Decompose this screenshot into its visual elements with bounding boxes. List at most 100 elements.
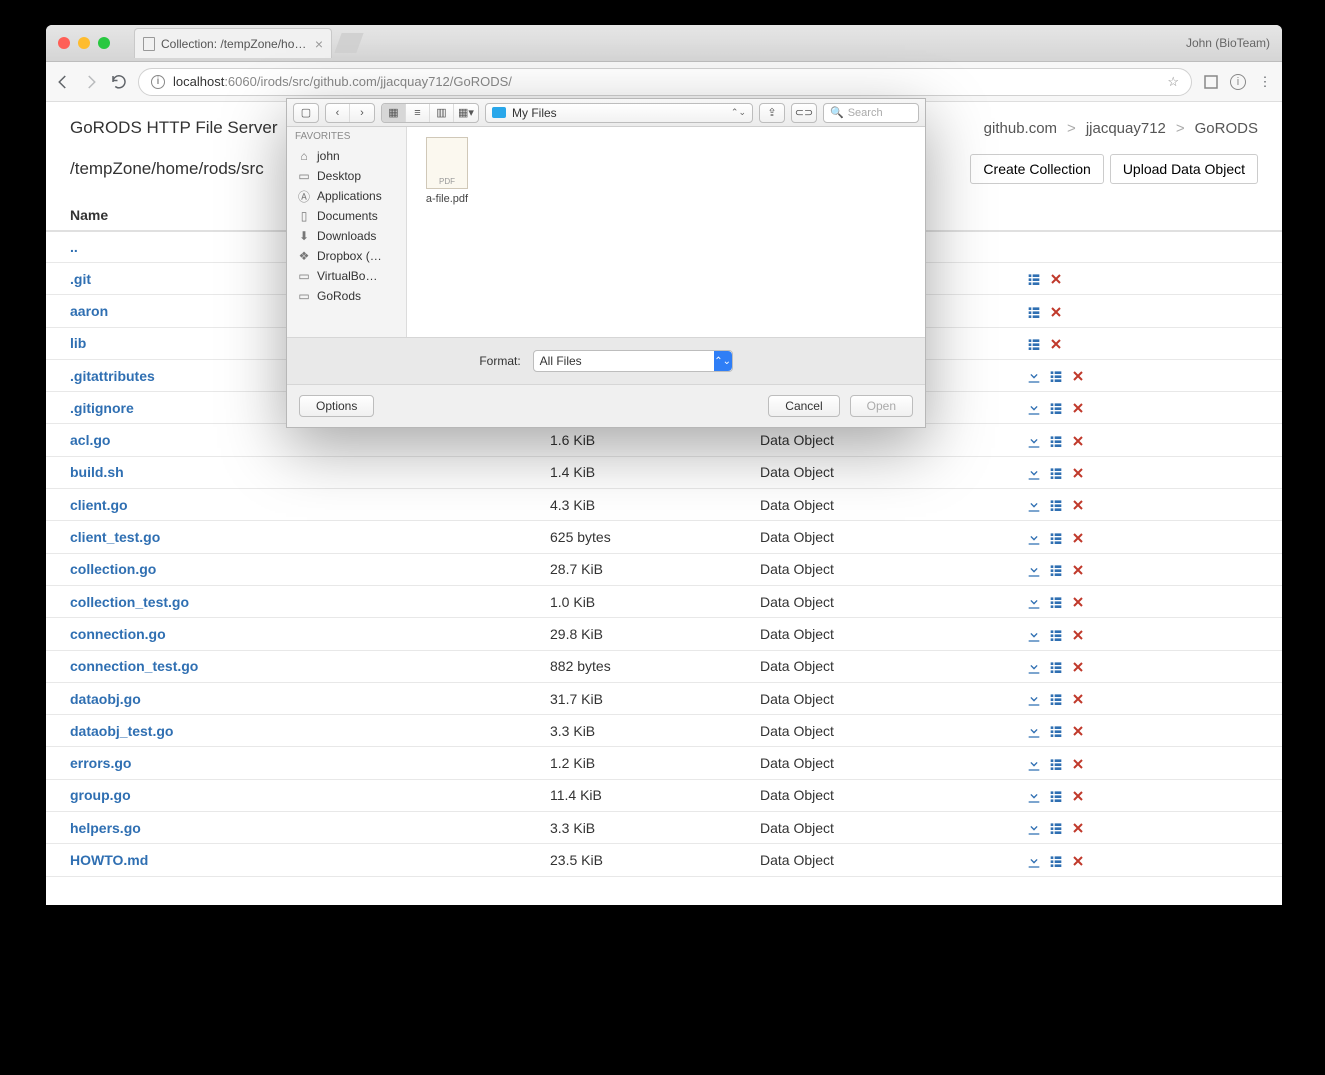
- view-segment[interactable]: ▦ ≡ ▥ ▦▾: [381, 103, 479, 123]
- minimize-window-button[interactable]: [78, 37, 90, 49]
- file-link[interactable]: dataobj.go: [70, 691, 141, 707]
- file-area[interactable]: a-file.pdf: [407, 127, 925, 337]
- delete-icon[interactable]: [1070, 788, 1086, 804]
- close-window-button[interactable]: [58, 37, 70, 49]
- delete-icon[interactable]: [1070, 400, 1086, 416]
- metadata-icon[interactable]: [1048, 691, 1064, 707]
- browser-tab[interactable]: Collection: /tempZone/home/ro ×: [134, 28, 332, 58]
- dialog-search-input[interactable]: 🔍 Search: [823, 103, 919, 123]
- metadata-icon[interactable]: [1048, 788, 1064, 804]
- delete-icon[interactable]: [1048, 304, 1064, 320]
- reload-icon[interactable]: [110, 73, 128, 91]
- menu-icon[interactable]: ⋮: [1256, 73, 1274, 91]
- metadata-icon[interactable]: [1026, 304, 1042, 320]
- delete-icon[interactable]: [1070, 465, 1086, 481]
- file-link[interactable]: build.sh: [70, 464, 124, 480]
- delete-icon[interactable]: [1048, 336, 1064, 352]
- extension-icon[interactable]: [1202, 73, 1220, 91]
- column-view-icon[interactable]: ▥: [430, 104, 454, 122]
- file-link[interactable]: .gitattributes: [70, 368, 155, 384]
- metadata-icon[interactable]: [1048, 465, 1064, 481]
- metadata-icon[interactable]: [1048, 433, 1064, 449]
- download-icon[interactable]: [1026, 659, 1042, 675]
- file-link[interactable]: client.go: [70, 497, 128, 513]
- metadata-icon[interactable]: [1048, 530, 1064, 546]
- sidebar-item[interactable]: ❖Dropbox (…: [287, 246, 406, 266]
- breadcrumb-item[interactable]: jjacquay712: [1086, 120, 1166, 137]
- delete-icon[interactable]: [1070, 627, 1086, 643]
- delete-icon[interactable]: [1070, 497, 1086, 513]
- file-link[interactable]: ..: [70, 239, 78, 255]
- download-icon[interactable]: [1026, 627, 1042, 643]
- file-link[interactable]: group.go: [70, 787, 131, 803]
- download-icon[interactable]: [1026, 497, 1042, 513]
- metadata-icon[interactable]: [1048, 820, 1064, 836]
- sidebar-item[interactable]: ▭VirtualBo…: [287, 266, 406, 286]
- tags-button[interactable]: ⊂⊃: [791, 103, 817, 123]
- file-link[interactable]: helpers.go: [70, 820, 141, 836]
- forward-icon[interactable]: [82, 73, 100, 91]
- file-link[interactable]: lib: [70, 335, 86, 351]
- delete-icon[interactable]: [1070, 368, 1086, 384]
- nav-segment[interactable]: ‹›: [325, 103, 375, 123]
- download-icon[interactable]: [1026, 465, 1042, 481]
- file-link[interactable]: connection.go: [70, 626, 166, 642]
- sidebar-item[interactable]: ▯Documents: [287, 206, 406, 226]
- list-view-icon[interactable]: ≡: [406, 104, 430, 122]
- gallery-view-icon[interactable]: ▦▾: [454, 104, 478, 122]
- column-header[interactable]: [996, 200, 1282, 231]
- maximize-window-button[interactable]: [98, 37, 110, 49]
- metadata-icon[interactable]: [1026, 336, 1042, 352]
- file-link[interactable]: .git: [70, 271, 91, 287]
- delete-icon[interactable]: [1070, 723, 1086, 739]
- download-icon[interactable]: [1026, 400, 1042, 416]
- download-icon[interactable]: [1026, 594, 1042, 610]
- sidebar-toggle[interactable]: ▢: [293, 103, 319, 123]
- location-popup[interactable]: My Files ⌃⌄: [485, 103, 753, 123]
- delete-icon[interactable]: [1070, 562, 1086, 578]
- open-button[interactable]: Open: [850, 395, 913, 417]
- download-icon[interactable]: [1026, 433, 1042, 449]
- download-icon[interactable]: [1026, 723, 1042, 739]
- icon-view-icon[interactable]: ▦: [382, 104, 406, 122]
- metadata-icon[interactable]: [1048, 627, 1064, 643]
- file-link[interactable]: client_test.go: [70, 529, 160, 545]
- upload-data-object-button[interactable]: Upload Data Object: [1110, 154, 1258, 184]
- metadata-icon[interactable]: [1048, 368, 1064, 384]
- delete-icon[interactable]: [1070, 820, 1086, 836]
- download-icon[interactable]: [1026, 530, 1042, 546]
- breadcrumb-item[interactable]: github.com: [984, 120, 1057, 137]
- breadcrumb-item[interactable]: GoRODS: [1195, 120, 1258, 137]
- delete-icon[interactable]: [1070, 594, 1086, 610]
- sidebar-item[interactable]: ⬇Downloads: [287, 226, 406, 246]
- metadata-icon[interactable]: [1048, 562, 1064, 578]
- delete-icon[interactable]: [1070, 659, 1086, 675]
- delete-icon[interactable]: [1048, 271, 1064, 287]
- new-tab-button[interactable]: [334, 33, 363, 53]
- profile-label[interactable]: John (BioTeam): [1174, 36, 1282, 50]
- download-icon[interactable]: [1026, 820, 1042, 836]
- sidebar-item[interactable]: ⒶApplications: [287, 186, 406, 206]
- download-icon[interactable]: [1026, 691, 1042, 707]
- download-icon[interactable]: [1026, 368, 1042, 384]
- metadata-icon[interactable]: [1048, 723, 1064, 739]
- create-collection-button[interactable]: Create Collection: [970, 154, 1103, 184]
- share-button[interactable]: ⇪: [759, 103, 785, 123]
- delete-icon[interactable]: [1070, 691, 1086, 707]
- file-link[interactable]: errors.go: [70, 755, 131, 771]
- url-field[interactable]: i localhost:6060/irods/src/github.com/jj…: [138, 68, 1192, 96]
- metadata-icon[interactable]: [1048, 853, 1064, 869]
- options-button[interactable]: Options: [299, 395, 374, 417]
- sidebar-item[interactable]: ⌂john: [287, 146, 406, 166]
- cancel-button[interactable]: Cancel: [768, 395, 839, 417]
- sidebar-item[interactable]: ▭GoRods: [287, 286, 406, 306]
- metadata-icon[interactable]: [1026, 271, 1042, 287]
- file-link[interactable]: collection_test.go: [70, 594, 189, 610]
- back-icon[interactable]: [54, 73, 72, 91]
- file-link[interactable]: collection.go: [70, 561, 156, 577]
- delete-icon[interactable]: [1070, 853, 1086, 869]
- nav-back-icon[interactable]: ‹: [326, 104, 350, 122]
- close-tab-icon[interactable]: ×: [315, 36, 323, 52]
- metadata-icon[interactable]: [1048, 594, 1064, 610]
- bookmark-icon[interactable]: ☆: [1167, 74, 1179, 90]
